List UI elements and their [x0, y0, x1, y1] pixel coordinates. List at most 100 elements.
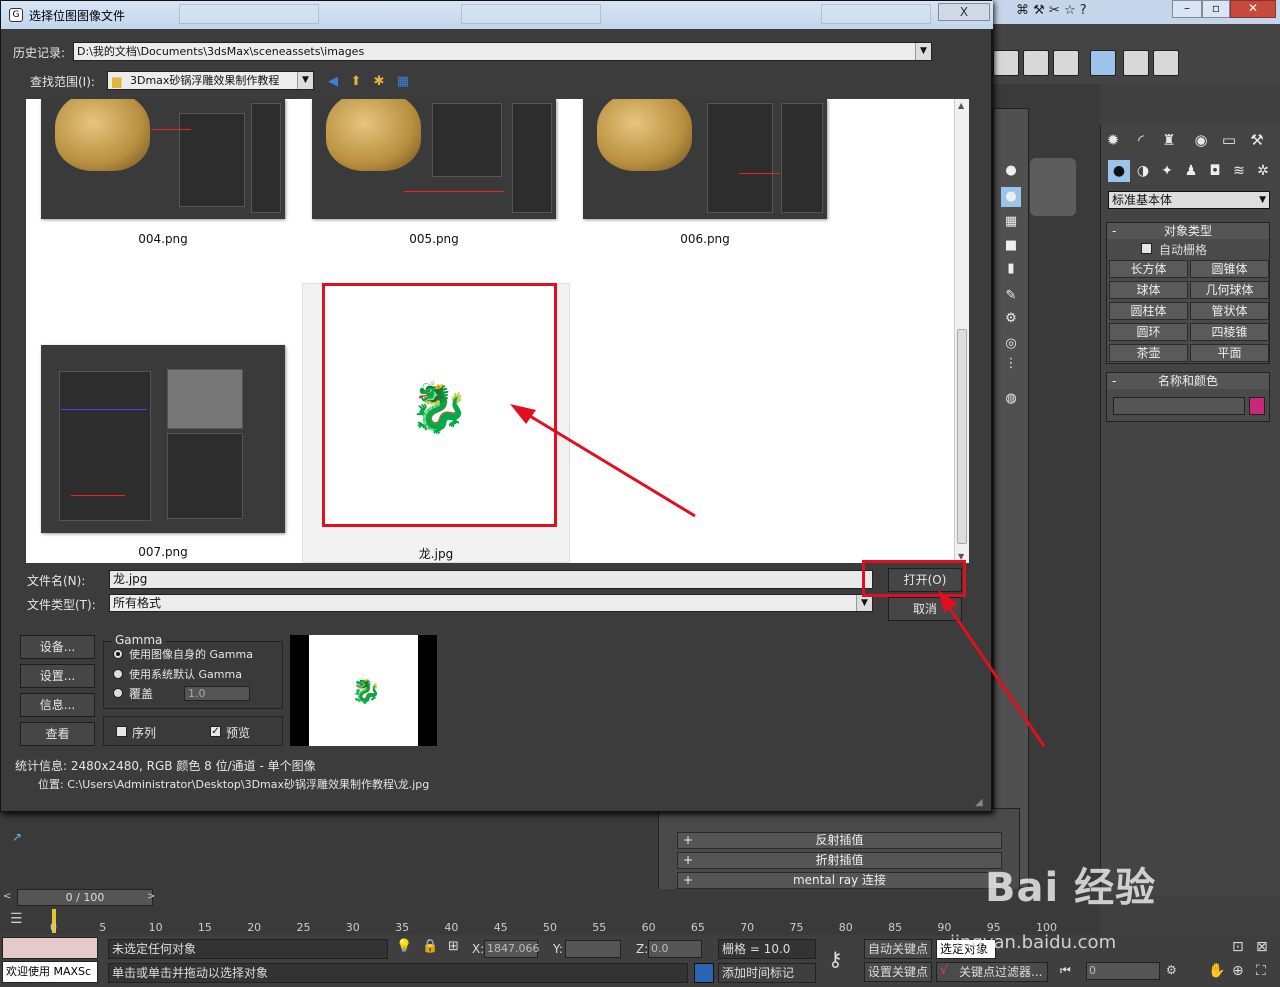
- file-name-dragon[interactable]: 龙.jpg: [376, 545, 496, 562]
- motion-tab-icon[interactable]: ◉: [1190, 128, 1212, 152]
- pyramid-button[interactable]: 四棱锥: [1190, 323, 1269, 341]
- thumbnail-006[interactable]: [583, 99, 827, 219]
- info-button[interactable]: 信息...: [20, 693, 95, 717]
- cancel-button[interactable]: 取消: [888, 597, 962, 621]
- filetype-combo[interactable]: 所有格式 ▼: [109, 594, 873, 612]
- gamma-override-spinner[interactable]: 1.0: [184, 686, 250, 701]
- scroll-thumb[interactable]: [957, 329, 967, 544]
- toolbar-btn-1[interactable]: [993, 50, 1019, 76]
- time-tag-icon[interactable]: [694, 963, 714, 983]
- maxscript-listener[interactable]: [2, 937, 98, 959]
- resize-grip-icon[interactable]: ◢: [975, 797, 983, 808]
- lights-icon[interactable]: ✦: [1156, 160, 1178, 182]
- object-name-input[interactable]: [1113, 397, 1245, 415]
- devices-button[interactable]: 设备...: [20, 635, 95, 659]
- tube-button[interactable]: 管状体: [1190, 302, 1269, 320]
- current-frame-field[interactable]: 0: [1086, 962, 1160, 980]
- add-time-tag[interactable]: 添加时间标记: [718, 963, 816, 983]
- field-of-view-icon[interactable]: ⊠: [1256, 939, 1268, 955]
- time-slider[interactable]: 0 / 100: [17, 889, 153, 906]
- orbit-icon[interactable]: ⊕: [1232, 963, 1244, 979]
- x-coordinate[interactable]: 1847.066: [484, 940, 540, 958]
- gamma-override-radio[interactable]: [113, 688, 123, 698]
- checker-icon[interactable]: ▦: [1001, 212, 1021, 232]
- cameras-icon[interactable]: ♟: [1180, 160, 1202, 182]
- view-menu-icon[interactable]: ▦: [394, 73, 412, 91]
- z-coordinate[interactable]: 0.0: [648, 940, 702, 958]
- render-setup-icon[interactable]: [1123, 50, 1149, 76]
- isolate-icon[interactable]: 💡: [396, 939, 412, 954]
- y-coordinate[interactable]: [565, 940, 621, 958]
- background-icon[interactable]: ■: [1001, 236, 1021, 256]
- options-icon[interactable]: ⚙: [1001, 309, 1021, 329]
- setup-button[interactable]: 设置...: [20, 664, 95, 688]
- cone-button[interactable]: 圆锥体: [1190, 260, 1269, 278]
- helpers-icon[interactable]: ◘: [1204, 160, 1226, 182]
- gamma-own-radio[interactable]: [113, 649, 123, 659]
- reflection-interp-rollout[interactable]: + 反射插值: [677, 832, 1002, 849]
- primitive-type-dropdown[interactable]: 标准基本体 ▼: [1108, 191, 1270, 209]
- maximize-button[interactable]: ▫: [1202, 0, 1230, 18]
- mini-curve-icon[interactable]: ☰: [10, 911, 30, 931]
- select-by-material-icon[interactable]: ◎: [1001, 334, 1021, 354]
- lock-icon[interactable]: 🔒: [422, 939, 438, 954]
- thumbnail-005[interactable]: [312, 99, 556, 219]
- gamma-system-radio[interactable]: [113, 669, 123, 679]
- sample-type-icon[interactable]: ●: [1001, 187, 1021, 207]
- curve-editor-icon[interactable]: [1023, 50, 1049, 76]
- close-button[interactable]: X: [938, 3, 990, 21]
- cylinder-button[interactable]: 圆柱体: [1109, 302, 1188, 320]
- file-name-006[interactable]: 006.png: [645, 232, 765, 246]
- teapot-render-icon[interactable]: [1185, 50, 1211, 76]
- create-tab-icon[interactable]: ✹: [1102, 128, 1124, 152]
- preview-checkbox[interactable]: ✓: [210, 726, 221, 737]
- schematic-icon[interactable]: [1053, 50, 1079, 76]
- utilities-tab-icon[interactable]: ⚒: [1246, 128, 1268, 152]
- prev-frame-icon[interactable]: <: [3, 891, 11, 902]
- color-check-icon[interactable]: ▮: [1001, 259, 1021, 279]
- file-name-007[interactable]: 007.png: [103, 545, 223, 559]
- file-list[interactable]: 004.png 005.png 006.png 007.png 🐉 龙.jpg …: [26, 99, 969, 563]
- lookin-combo[interactable]: ▆ 3Dmax砂锅浮雕效果制作教程 ▼: [107, 71, 314, 90]
- torus-button[interactable]: 圆环: [1109, 323, 1188, 341]
- plane-button[interactable]: 平面: [1190, 344, 1269, 362]
- key-icon[interactable]: ⚷: [828, 947, 843, 971]
- mentalray-rollout[interactable]: + mental ray 连接: [677, 872, 1002, 889]
- sequence-checkbox[interactable]: [116, 726, 127, 737]
- pan-icon[interactable]: ✋: [1208, 963, 1225, 979]
- new-folder-icon[interactable]: ✱: [370, 73, 388, 91]
- time-config-icon[interactable]: ⚙: [1166, 963, 1177, 977]
- thumbnail-dragon[interactable]: 🐉: [322, 283, 557, 527]
- material-editor-icon[interactable]: [1090, 50, 1116, 76]
- sphere-icon[interactable]: ●: [1001, 161, 1021, 181]
- render-frame-icon[interactable]: [1153, 50, 1179, 76]
- rollout-header[interactable]: - 对象类型: [1107, 223, 1269, 239]
- thumbnail-007[interactable]: [41, 345, 285, 533]
- eraser-icon[interactable]: ✎: [1001, 286, 1021, 306]
- back-icon[interactable]: ◀: [324, 73, 342, 91]
- box-button[interactable]: 长方体: [1109, 260, 1188, 278]
- transform-mode-icon[interactable]: ⊞: [448, 939, 459, 954]
- sphere-button[interactable]: 球体: [1109, 281, 1188, 299]
- filename-input[interactable]: 龙.jpg: [109, 570, 873, 589]
- view-button[interactable]: 查看: [20, 722, 95, 746]
- zoom-extents-icon[interactable]: ⊡: [1232, 939, 1244, 955]
- dialog-title-bar[interactable]: G 选择位图图像文件 X: [1, 1, 993, 29]
- set-key-button[interactable]: 设置关键点: [864, 962, 932, 982]
- maximize-viewport-icon[interactable]: ⛶: [1256, 963, 1266, 979]
- minimize-button[interactable]: –: [1172, 0, 1202, 18]
- autogrid-checkbox[interactable]: [1141, 243, 1152, 254]
- thumbnail-004[interactable]: [41, 99, 285, 219]
- auto-key-button[interactable]: 自动关键点: [864, 939, 932, 959]
- spacewarps-icon[interactable]: ≋: [1228, 160, 1250, 182]
- rollout-header[interactable]: - 名称和颜色: [1107, 373, 1269, 389]
- scroll-up-icon[interactable]: ▲: [958, 101, 964, 110]
- up-folder-icon[interactable]: ⬆: [347, 73, 365, 91]
- history-combo[interactable]: D:\我的文档\Documents\3dsMax\sceneassets\ima…: [73, 42, 932, 61]
- file-name-004[interactable]: 004.png: [103, 232, 223, 246]
- systems-icon[interactable]: ✲: [1252, 160, 1274, 182]
- max-close-button[interactable]: ✕: [1230, 0, 1276, 18]
- geometry-icon[interactable]: ●: [1108, 160, 1130, 182]
- object-color-swatch[interactable]: [1249, 397, 1265, 415]
- teapot-button[interactable]: 茶壶: [1109, 344, 1188, 362]
